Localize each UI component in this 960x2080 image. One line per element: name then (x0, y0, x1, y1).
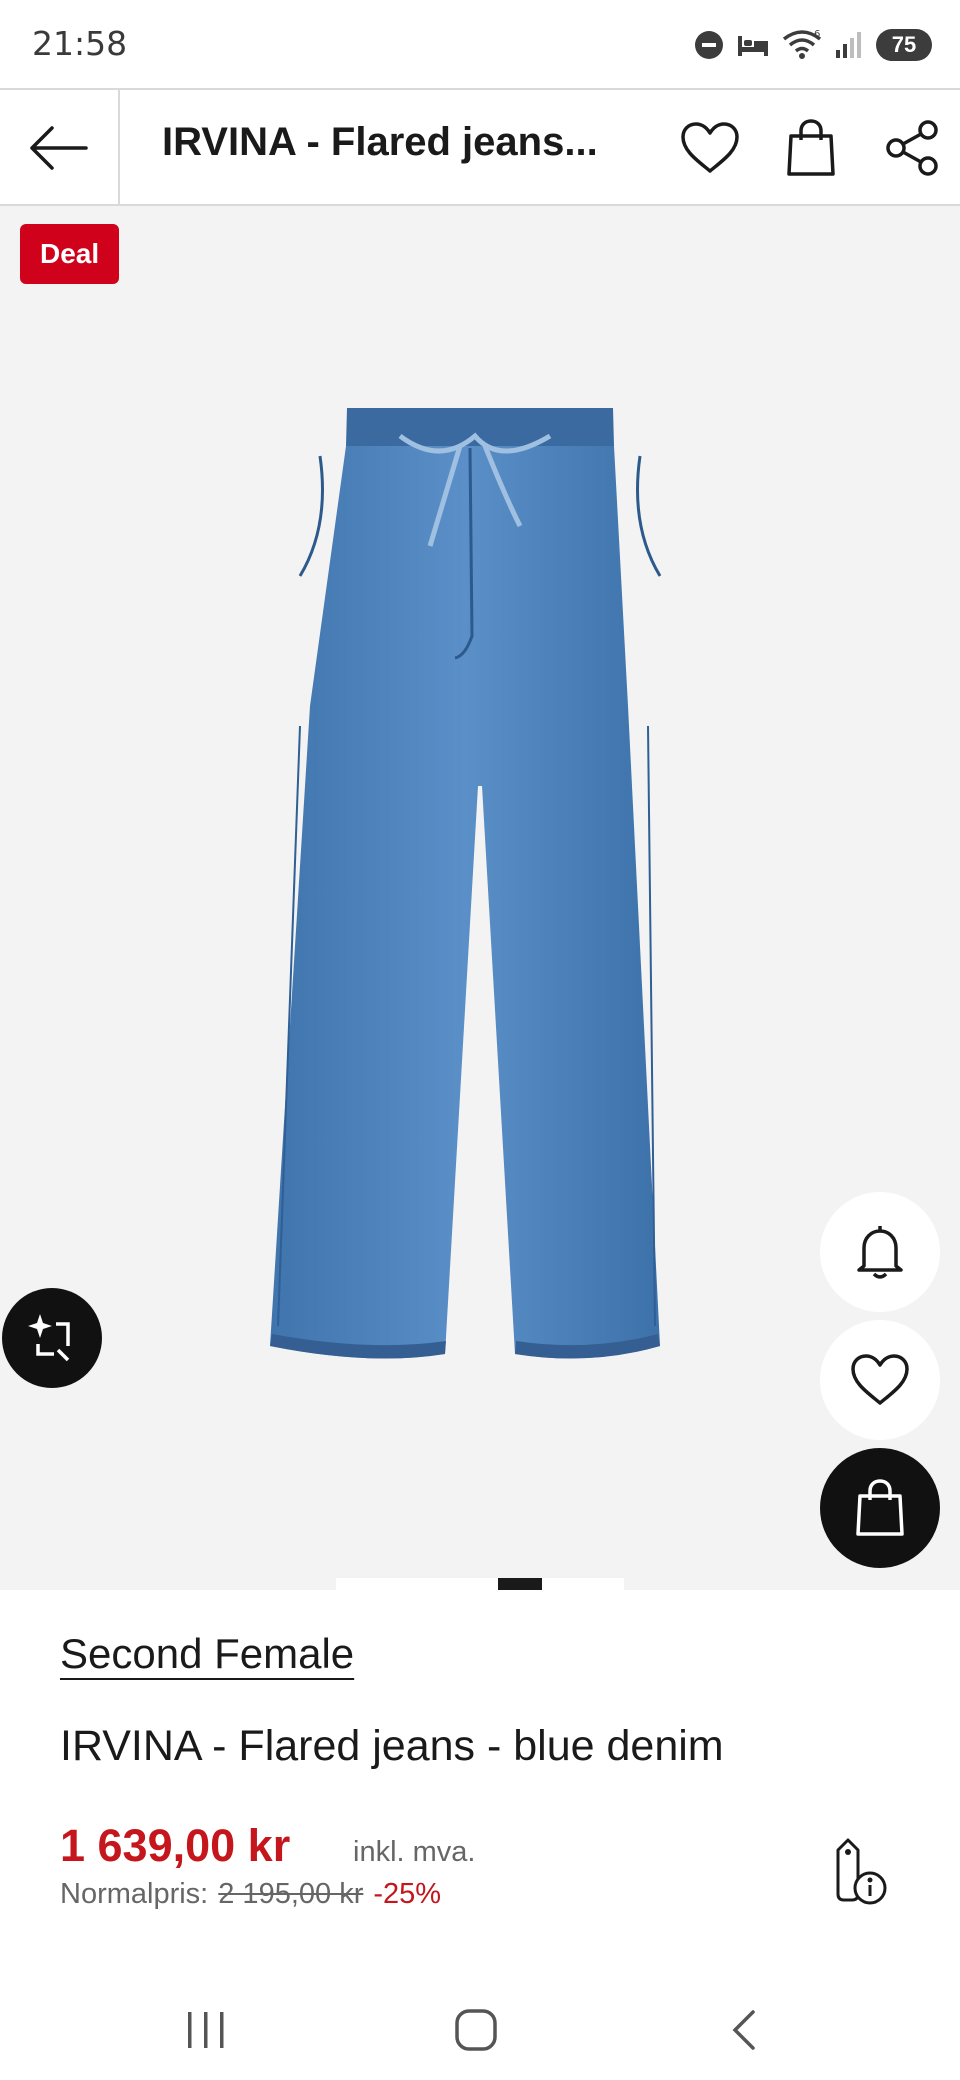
wifi-badge: 6 (814, 29, 820, 40)
sparkle-crop-icon (28, 1314, 70, 1362)
product-gallery[interactable]: Deal (0, 206, 960, 1590)
chevron-left-icon (732, 2010, 755, 2050)
bell-icon (857, 1226, 903, 1279)
share-icon (886, 120, 938, 176)
brand-link[interactable]: Second Female (60, 1630, 354, 1678)
app-bar: IRVINA - Flared jeans... (0, 88, 960, 206)
current-price: 1 639,00 kr (60, 1820, 291, 1871)
bag-icon (856, 1479, 904, 1536)
price-info-button[interactable] (826, 1836, 890, 1906)
home-button[interactable] (436, 2000, 516, 2060)
status-icons: 6 75 (694, 26, 932, 64)
normal-price-label: Normalpris: (60, 1878, 209, 1910)
normal-price-row: Normalpris: 2 195,00 kr -25% (60, 1878, 441, 1911)
nav-back-button[interactable] (704, 2000, 784, 2060)
price-tag-info-icon (836, 1838, 887, 1905)
discount-percent: -25% (373, 1878, 442, 1910)
notify-button[interactable] (820, 1192, 940, 1312)
product-image (270, 408, 662, 1359)
image-pager-active (498, 1578, 542, 1590)
signal-icon (836, 32, 861, 58)
wifi-icon: 6 (782, 29, 822, 59)
page-title: IRVINA - Flared jeans... (162, 120, 598, 164)
add-to-cart-button[interactable] (820, 1448, 940, 1568)
cart-button[interactable] (779, 116, 843, 180)
heart-icon (851, 1354, 909, 1405)
wishlist-button[interactable] (678, 116, 742, 180)
recent-apps-icon (188, 2012, 224, 2048)
home-icon (455, 2009, 497, 2051)
do-not-disturb-icon (695, 31, 723, 59)
wishlist-fab-button[interactable] (820, 1320, 940, 1440)
heart-icon (681, 122, 739, 173)
sleep-bed-icon (738, 36, 768, 56)
deal-badge: Deal (20, 224, 120, 284)
price-tax-note: inkl. mva. (353, 1836, 476, 1868)
image-pager-track (336, 1578, 624, 1590)
bag-icon (787, 119, 835, 176)
product-name: IRVINA - Flared jeans - blue denim (60, 1722, 724, 1770)
battery-indicator: 75 (876, 29, 932, 61)
status-time: 21:58 (32, 24, 128, 63)
system-nav-bar (0, 1980, 960, 2080)
back-arrow-icon (30, 126, 88, 170)
share-button[interactable] (880, 116, 944, 180)
status-bar: 21:58 6 75 (0, 0, 960, 88)
back-button[interactable] (0, 90, 120, 206)
normal-price: 2 195,00 kr (218, 1878, 364, 1910)
ai-crop-button[interactable] (2, 1288, 102, 1388)
recent-apps-button[interactable] (166, 2000, 246, 2060)
